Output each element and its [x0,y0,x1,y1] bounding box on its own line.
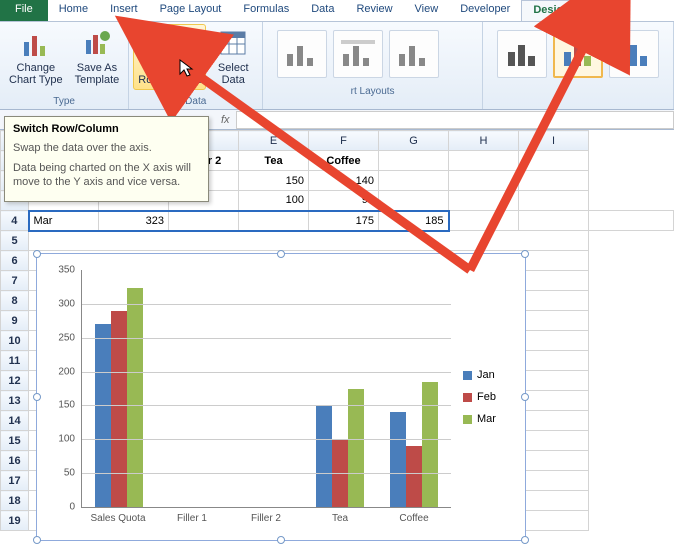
tab-developer[interactable]: Developer [449,0,521,21]
row-header[interactable]: 14 [1,411,29,431]
switch-row-column-button[interactable]: Switch Row/Column [133,24,206,90]
row-header[interactable]: 13 [1,391,29,411]
embedded-chart[interactable]: 050100150200250300350 Sales QuotaFiller … [36,253,526,541]
col-header[interactable]: I [519,131,589,151]
cell[interactable]: 150 [239,171,309,191]
chart-layout-option[interactable] [277,30,327,78]
group-data: Switch Row/Column Select Data Data [129,22,263,109]
template-icon [81,28,113,60]
ribbon: Change Chart Type Save As Template Type … [0,22,674,110]
row-header[interactable]: 12 [1,371,29,391]
switch-icon [154,28,186,60]
chart-style-option[interactable] [497,30,547,78]
row-header[interactable]: 19 [1,511,29,531]
tab-formulas[interactable]: Formulas [232,0,300,21]
tooltip: Switch Row/Column Swap the data over the… [4,116,209,202]
cell[interactable]: Tea [239,151,309,171]
select-data-icon [217,28,249,60]
style-icon [503,38,541,70]
chart-layout-option[interactable] [389,30,439,78]
resize-handle[interactable] [33,250,41,258]
chart-style-option[interactable] [553,30,603,78]
tab-design[interactable]: Design [521,0,582,21]
group-type-label: Type [4,94,124,109]
chart-style-option[interactable] [609,30,659,78]
layout-icon [395,38,433,70]
group-styles-label [487,84,669,99]
row-header[interactable]: 16 [1,451,29,471]
col-header[interactable]: H [449,131,519,151]
row-header[interactable]: 4 [1,211,29,231]
row-header[interactable]: 8 [1,291,29,311]
group-chart-styles [483,22,674,109]
ribbon-tabs: File Home Insert Page Layout Formulas Da… [0,0,674,22]
chart-legend[interactable]: JanFebMar [455,264,515,530]
row-header[interactable]: 10 [1,331,29,351]
resize-handle[interactable] [277,250,285,258]
cell[interactable]: 100 [239,191,309,211]
row-header[interactable]: 18 [1,491,29,511]
cell[interactable]: 323 [99,211,169,231]
resize-handle[interactable] [521,536,529,544]
group-type: Change Chart Type Save As Template Type [0,22,129,109]
tab-insert[interactable]: Insert [99,0,149,21]
cell[interactable]: 140 [309,171,379,191]
cell[interactable]: 90 [309,191,379,211]
select-data-button[interactable]: Select Data [208,24,258,90]
style-icon [615,38,653,70]
style-icon [559,38,597,70]
layout-icon [339,38,377,70]
tab-view[interactable]: View [404,0,450,21]
row-header[interactable]: 11 [1,351,29,371]
col-header[interactable]: E [239,131,309,151]
tooltip-line: Swap the data over the axis. [13,141,200,155]
row-header[interactable]: 9 [1,311,29,331]
chart-plot-area[interactable]: 050100150200250300350 Sales QuotaFiller … [47,264,455,530]
group-data-label: Data [133,94,258,109]
formula-input[interactable] [236,111,674,129]
tooltip-line: Data being charted on the X axis will mo… [13,161,200,189]
tab-page-layout[interactable]: Page Layout [149,0,233,21]
resize-handle[interactable] [521,250,529,258]
row-header[interactable]: 7 [1,271,29,291]
save-template-button[interactable]: Save As Template [70,24,125,90]
row-header[interactable]: 17 [1,471,29,491]
resize-handle[interactable] [33,536,41,544]
cell[interactable]: 185 [379,211,449,231]
change-chart-type-button[interactable]: Change Chart Type [4,24,68,90]
row-header[interactable]: 6 [1,251,29,271]
row-header[interactable]: 5 [1,231,29,251]
tab-data[interactable]: Data [300,0,345,21]
layout-icon [283,38,321,70]
resize-handle[interactable] [521,393,529,401]
group-layouts-label: rt Layouts [267,84,478,99]
chart-bars [82,270,451,507]
tab-review[interactable]: Review [345,0,403,21]
row-header[interactable]: 15 [1,431,29,451]
resize-handle[interactable] [33,393,41,401]
group-chart-layouts: rt Layouts [263,22,483,109]
tab-layout-extra[interactable]: L [582,0,610,21]
tab-file[interactable]: File [0,0,48,21]
cell[interactable]: Mar [29,211,99,231]
x-axis-labels: Sales QuotaFiller 1Filler 2TeaCoffee [81,510,451,530]
col-header[interactable]: G [379,131,449,151]
chart-type-icon [20,28,52,60]
y-axis: 050100150200250300350 [47,264,79,508]
tab-home[interactable]: Home [48,0,99,21]
col-header[interactable]: F [309,131,379,151]
cell[interactable]: Coffee [309,151,379,171]
chart-layout-option[interactable] [333,30,383,78]
resize-handle[interactable] [277,536,285,544]
tooltip-title: Switch Row/Column [13,123,200,135]
fx-label: fx [215,114,236,126]
cell[interactable]: 175 [309,211,379,231]
